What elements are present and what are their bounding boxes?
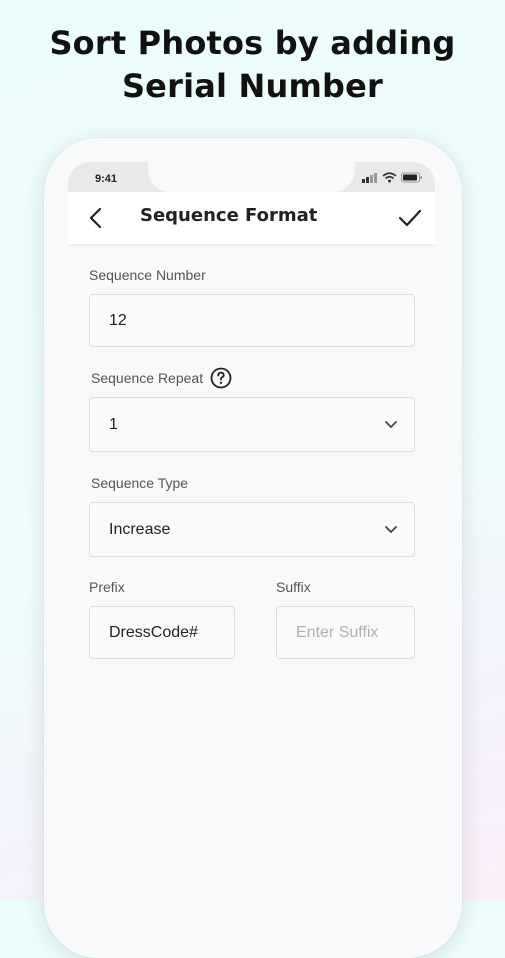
wifi-icon xyxy=(382,171,397,182)
sequence-number-value: 12 xyxy=(109,311,127,329)
chevron-down-icon xyxy=(385,525,397,533)
sequence-repeat-value: 1 xyxy=(109,415,118,433)
prefix-label: Prefix xyxy=(89,579,125,595)
sequence-type-dropdown[interactable]: Increase xyxy=(89,502,415,557)
sequence-number-label: Sequence Number xyxy=(89,267,206,283)
sequence-type-label: Sequence Type xyxy=(91,475,189,491)
page-title: Sequence Format xyxy=(140,205,318,226)
status-icons xyxy=(362,171,423,183)
prefix-value: DressCode# xyxy=(109,623,198,641)
suffix-placeholder: Enter Suffix xyxy=(296,623,379,641)
check-icon[interactable] xyxy=(397,205,423,231)
suffix-label: Suffix xyxy=(276,579,311,595)
sequence-number-input[interactable]: 12 xyxy=(89,294,415,347)
sequence-repeat-dropdown[interactable]: 1 xyxy=(89,397,415,452)
status-time: 9:41 xyxy=(95,173,118,185)
battery-icon xyxy=(401,172,422,182)
arrow-left-icon[interactable] xyxy=(86,206,106,230)
app-bar: Sequence Format xyxy=(68,192,435,244)
notch xyxy=(148,162,355,192)
sequence-repeat-label: Sequence Repeat xyxy=(91,370,204,386)
chevron-down-icon xyxy=(385,420,397,428)
phone-screen: 9:41 Sequence Format Sequence Number 12 … xyxy=(68,162,435,894)
signal-icon xyxy=(362,172,377,183)
suffix-input[interactable]: Enter Suffix xyxy=(276,606,415,659)
prefix-input[interactable]: DressCode# xyxy=(89,606,235,659)
status-bar: 9:41 xyxy=(68,162,435,192)
promo-headline: Sort Photos by adding Serial Number xyxy=(0,22,505,108)
headline-line-2: Serial Number xyxy=(121,67,384,105)
headline-line-1: Sort Photos by adding xyxy=(49,24,456,62)
sequence-type-value: Increase xyxy=(109,520,171,538)
question-circle-icon[interactable] xyxy=(210,367,232,389)
